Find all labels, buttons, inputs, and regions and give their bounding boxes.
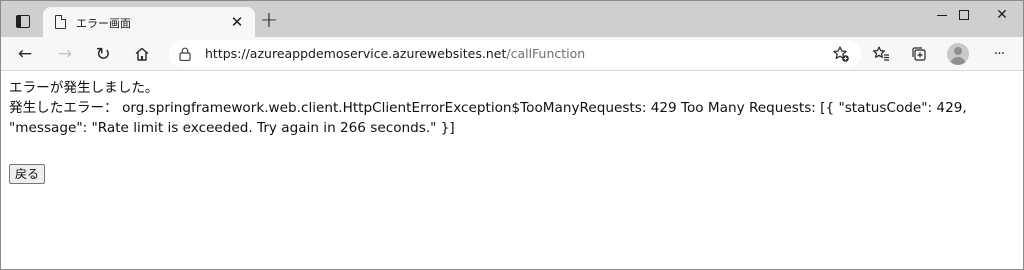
new-tab-button[interactable]: + — [259, 10, 279, 32]
error-detail-line-2: "message": "Rate limit is exceeded. Try … — [9, 120, 455, 136]
browser-window: エラー画面 ✕ + ✕ ← → ↻ https://azureappdemose… — [0, 0, 1024, 270]
tab-actions-icon — [16, 14, 30, 28]
close-window-button[interactable]: ✕ — [979, 1, 1023, 29]
tab-close-icon[interactable]: ✕ — [227, 12, 247, 32]
favorites-button[interactable] — [867, 40, 895, 68]
back-nav-button[interactable]: ← — [11, 40, 39, 68]
address-bar[interactable]: https://azureappdemoservice.azurewebsite… — [169, 40, 861, 68]
tab-active[interactable]: エラー画面 ✕ — [43, 7, 255, 38]
browser-toolbar: ← → ↻ https://azureappdemoservice.azurew… — [1, 37, 1023, 71]
tab-actions-button[interactable] — [9, 7, 37, 35]
error-detail-line-1: 発生したエラー： org.springframework.web.client.… — [9, 100, 967, 116]
favorites-icon — [873, 46, 889, 61]
profile-avatar-icon[interactable] — [947, 43, 969, 65]
error-heading: エラーが発生しました。 — [9, 80, 159, 96]
tab-title: エラー画面 — [76, 17, 131, 30]
url-host: https://azureappdemoservice.azurewebsite… — [205, 46, 507, 61]
back-button[interactable]: 戻る — [9, 164, 46, 184]
lock-icon[interactable] — [179, 47, 191, 61]
home-button[interactable] — [128, 40, 156, 68]
collections-button[interactable] — [905, 40, 933, 68]
url-path: /callFunction — [506, 46, 586, 61]
collections-icon — [912, 47, 926, 61]
forward-nav-button[interactable]: → — [51, 40, 79, 68]
favorite-add-icon — [833, 46, 849, 62]
favorite-add-button[interactable] — [827, 40, 855, 68]
home-icon — [135, 47, 149, 61]
more-menu-button[interactable]: ··· — [985, 40, 1013, 68]
tab-strip: エラー画面 ✕ + ✕ — [1, 1, 1023, 38]
refresh-button[interactable]: ↻ — [89, 40, 117, 68]
page-icon — [55, 15, 66, 29]
page-content: エラーが発生しました。 発生したエラー： org.springframework… — [1, 72, 1023, 269]
maximize-icon — [959, 10, 969, 20]
url-text[interactable]: https://azureappdemoservice.azurewebsite… — [205, 46, 585, 61]
